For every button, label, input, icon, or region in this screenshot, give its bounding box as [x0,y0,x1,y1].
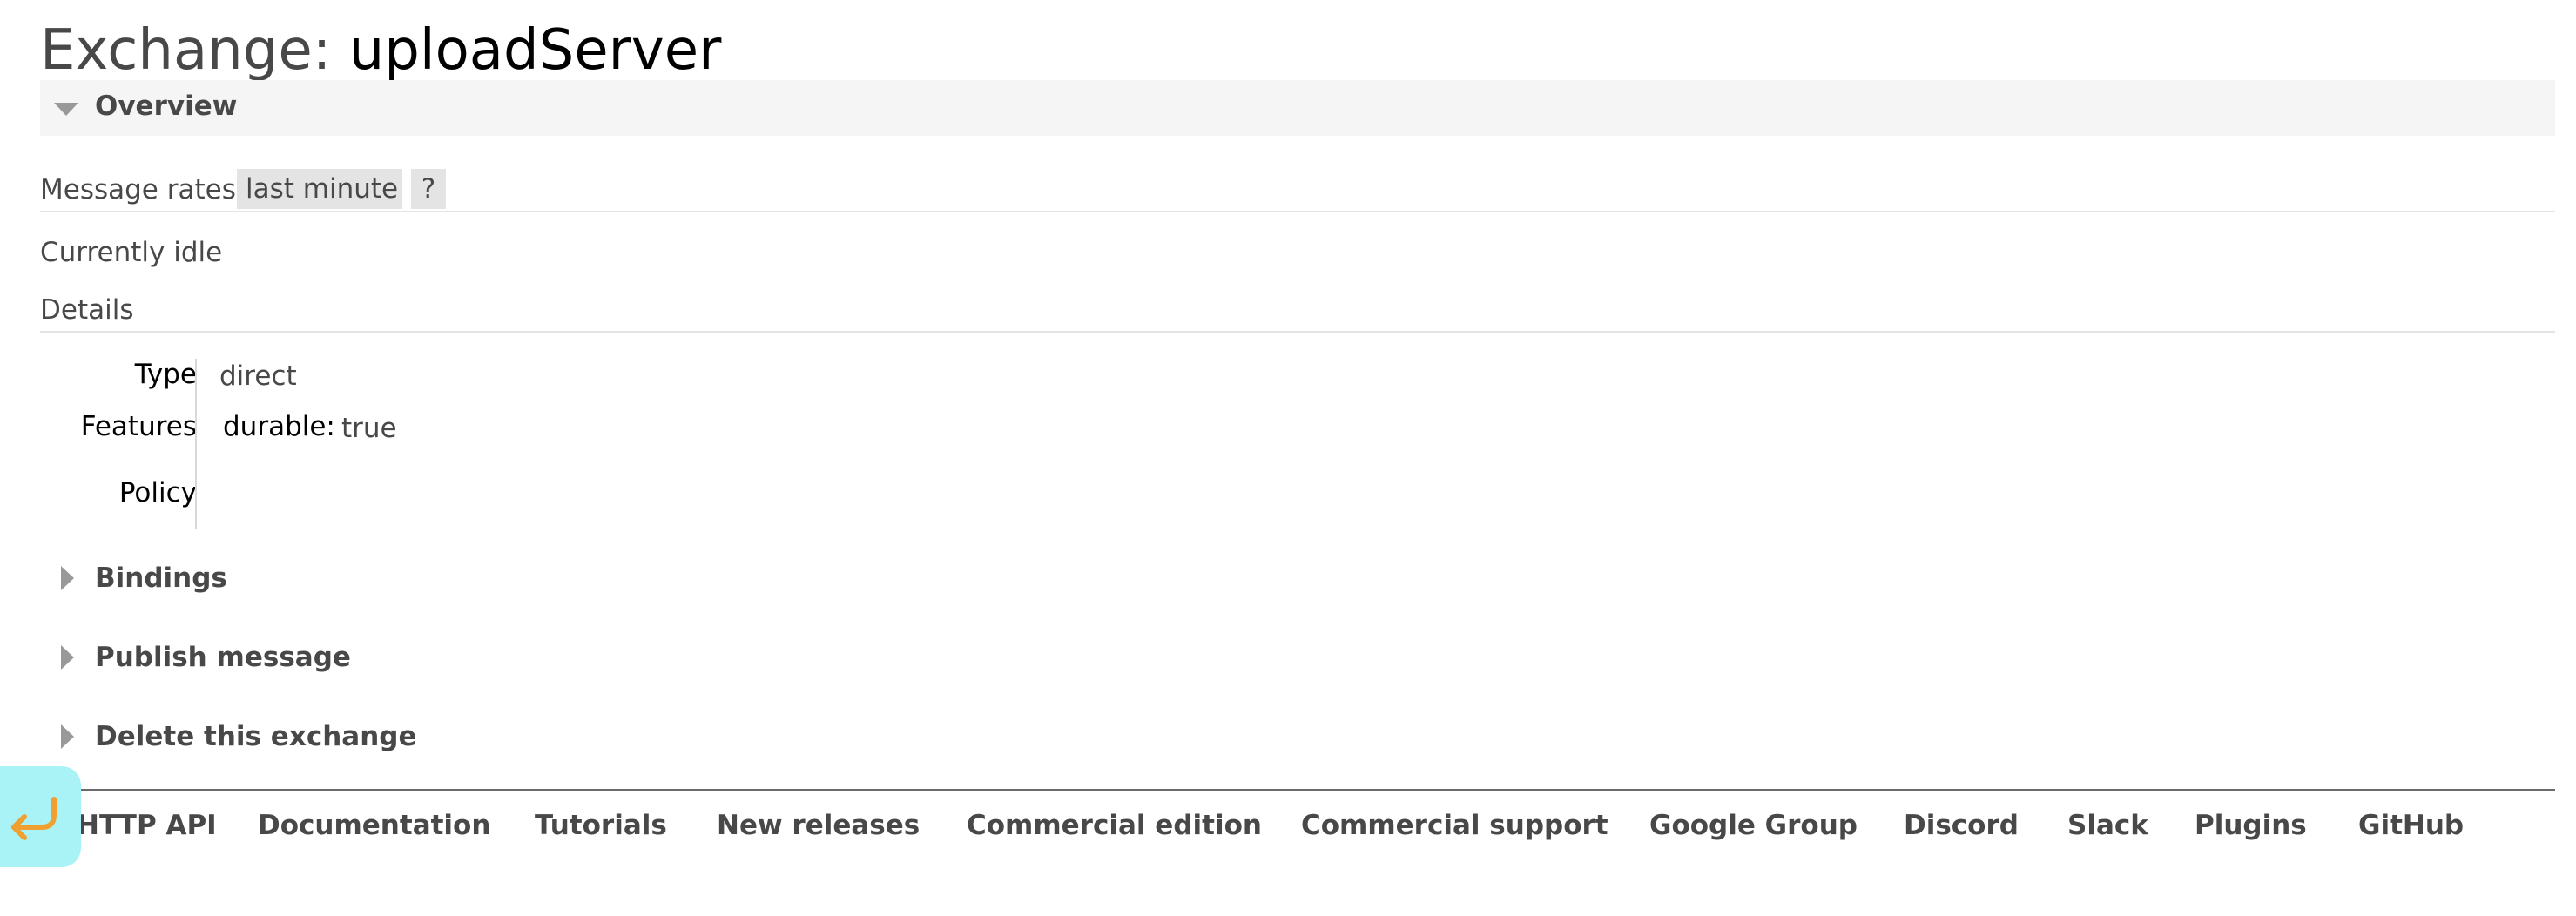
footer-link-plugins[interactable]: Plugins [2195,810,2307,841]
delete-label: Delete this exchange [95,721,417,752]
triangle-right-icon [61,566,74,590]
durable-value: true [341,413,397,444]
footer-link-http-api[interactable]: HTTP API [77,810,217,841]
idle-status: Currently idle [40,237,223,268]
footer-link-commercial-support[interactable]: Commercial support [1301,810,1608,841]
details-table: Type direct Features durable: true Polic… [40,355,563,529]
title-prefix: Exchange: [40,18,332,83]
back-button[interactable] [0,766,81,867]
exchange-page: Exchange: uploadServer Overview Message … [0,0,2576,916]
footer-link-google-group[interactable]: Google Group [1649,810,1858,841]
message-rates-label: Message rates [40,174,236,205]
footer-link-slack[interactable]: Slack [2067,810,2148,841]
return-arrow-icon [11,797,57,840]
details-header: Details [40,287,2555,333]
footer-link-tutorials[interactable]: Tutorials [535,810,667,841]
durable-key: durable: [223,411,335,442]
delete-section-header[interactable]: Delete this exchange [40,712,737,764]
triangle-right-icon [61,645,74,670]
page-title: Exchange: uploadServer [40,16,721,85]
publish-label: Publish message [95,642,351,673]
overview-section-header[interactable]: Overview [40,80,2555,136]
policy-key: Policy [118,477,197,509]
exchange-name: uploadServer [348,18,722,83]
footer-link-documentation[interactable]: Documentation [258,810,490,841]
details-divider [195,359,197,529]
bindings-section-header[interactable]: Bindings [40,554,737,606]
overview-label: Overview [95,91,238,122]
publish-section-header[interactable]: Publish message [40,633,737,685]
footer-link-github[interactable]: GitHub [2358,810,2464,841]
details-label: Details [40,294,134,326]
message-rates-row: Message rates last minute ? [40,165,2555,212]
footer-links: HTTP API Documentation Tutorials New rel… [40,810,2555,853]
rate-range-selector[interactable]: last minute [237,169,402,209]
help-button[interactable]: ? [411,169,446,209]
bindings-label: Bindings [95,562,227,594]
footer-link-new-releases[interactable]: New releases [717,810,920,841]
triangle-right-icon [61,724,74,749]
type-key: Type [134,359,197,390]
features-key: Features [80,411,197,442]
footer-link-commercial-edition[interactable]: Commercial edition [967,810,1262,841]
triangle-down-icon [54,103,78,116]
footer-divider [40,789,2555,791]
type-value: direct [219,360,297,392]
footer-link-discord[interactable]: Discord [1904,810,2019,841]
